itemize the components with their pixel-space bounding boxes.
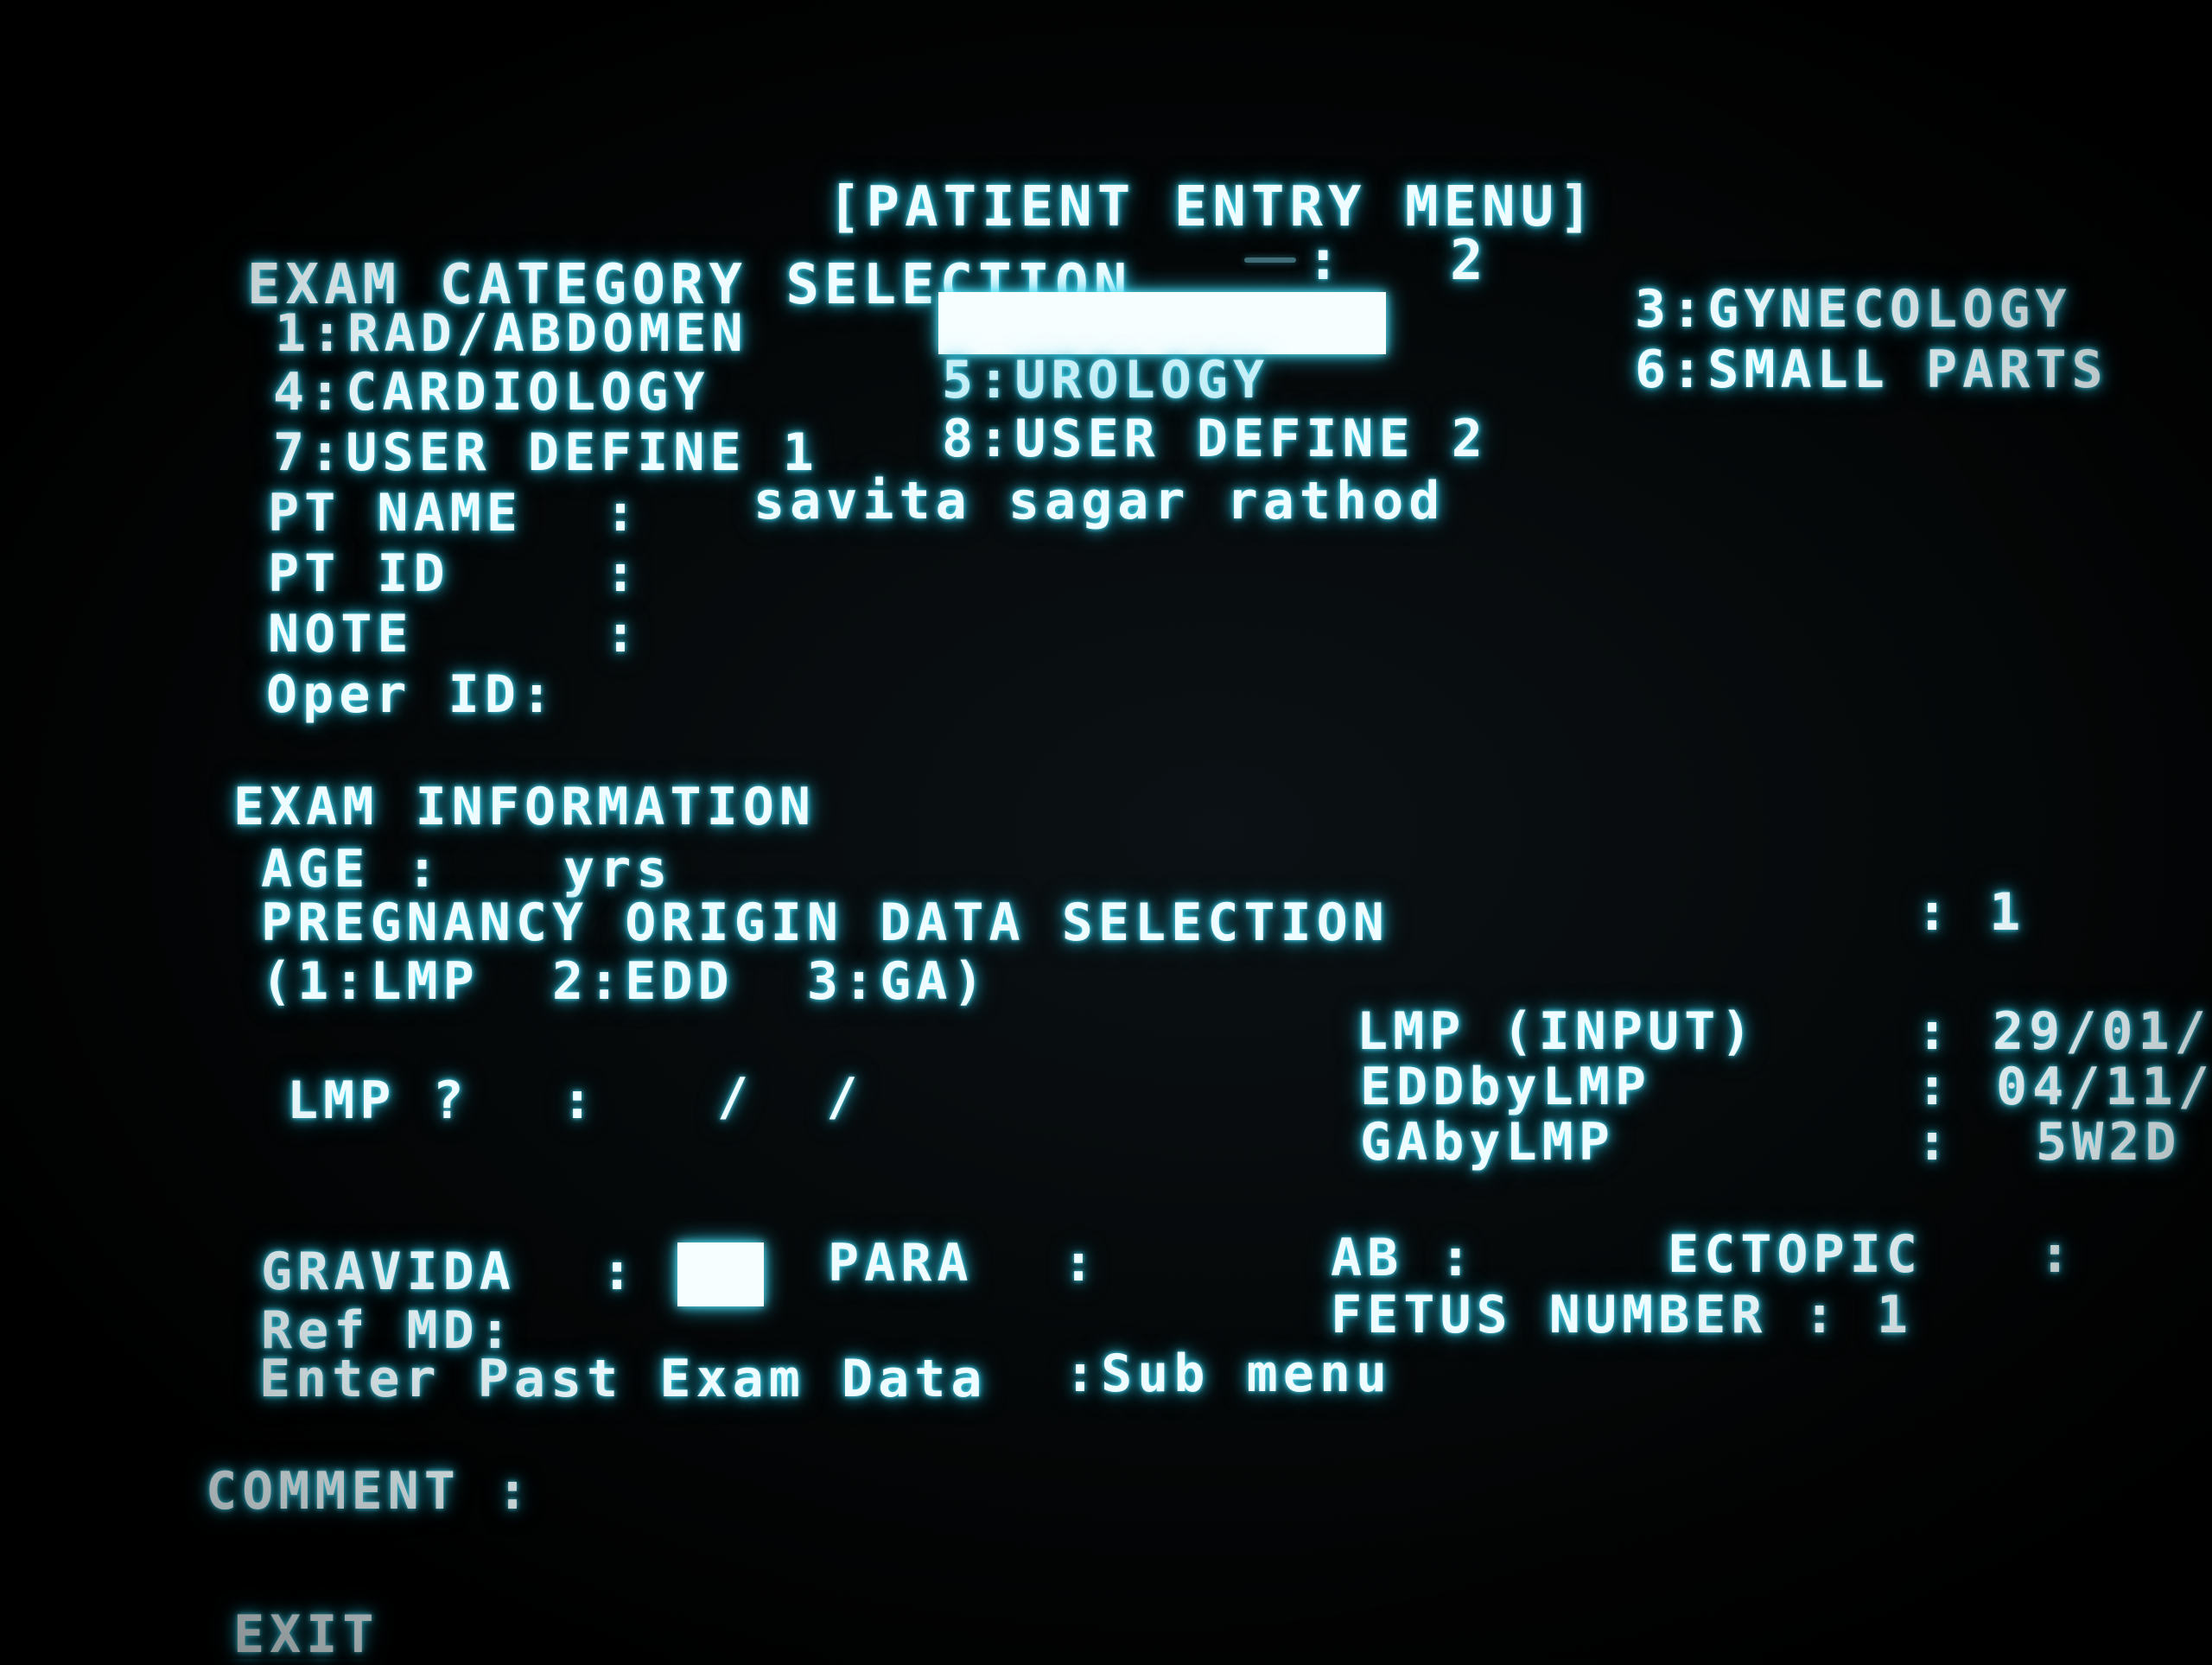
fetus-number-label: FETUS NUMBER : 1 — [1331, 1285, 1913, 1345]
page-title: [PATIENT ENTRY MENU] — [828, 175, 1598, 239]
lmp-question-colon: : — [562, 1071, 599, 1131]
age-unit: yrs — [563, 839, 673, 899]
oper-id-label: Oper ID: — [266, 664, 557, 725]
pt-name-field[interactable]: savita sagar rathod — [753, 475, 1445, 527]
past-exam-label: Enter Past Exam Data — [259, 1349, 988, 1409]
pt-id-colon: : — [605, 543, 642, 604]
category-option-gynecology[interactable]: 3:GYNECOLOGY — [1635, 283, 2071, 335]
exam-info-heading: EXAM INFORMATION — [233, 777, 816, 837]
lmp-input-colon: : — [1916, 1001, 1954, 1062]
gravida-input-cursor[interactable] — [677, 1242, 764, 1306]
category-option-small-parts[interactable]: 6:SMALL PARTS — [1635, 344, 2108, 396]
category-option-rad-abdomen[interactable]: 1:RAD/ABDOMEN — [275, 308, 748, 359]
edd-by-lmp-label: EDDbyLMP — [1360, 1057, 1651, 1117]
pregnancy-origin-options: (1:LMP 2:EDD 3:GA) — [261, 951, 989, 1012]
comment-label: COMMENT : — [206, 1461, 534, 1522]
category-option-urology[interactable]: 5:UROLOGY — [942, 354, 1269, 406]
pregnancy-origin-value[interactable]: : 1 — [1916, 887, 2025, 938]
note-label: NOTE — [268, 604, 414, 664]
category-option-user-define-2[interactable]: 8:USER DEFINE 2 — [942, 413, 1488, 465]
edd-by-lmp-value: 04/11/ — [1996, 1057, 2212, 1117]
ga-by-lmp-value: 5W2D — [2036, 1112, 2182, 1172]
ab-label: AB : — [1331, 1228, 1477, 1288]
pt-id-label: PT ID — [268, 543, 450, 604]
ectopic-label: ECTOPIC — [1668, 1224, 1923, 1285]
pt-name-colon: : — [605, 483, 642, 543]
gravida-label: GRAVIDA — [261, 1242, 516, 1302]
lmp-input-label: LMP (INPUT) — [1357, 1001, 1758, 1062]
exam-category-separator: : — [1306, 229, 1345, 293]
lmp-question-label: LMP ? — [287, 1071, 469, 1131]
category-option-cardiology[interactable]: 4:CARDIOLOGY — [273, 366, 709, 418]
ectopic-colon: : — [2039, 1224, 2076, 1285]
gravida-colon: : — [601, 1242, 639, 1302]
age-label: AGE : — [261, 839, 443, 899]
lmp-date-field[interactable]: / / — [717, 1071, 863, 1123]
exam-category-value[interactable]: 2 — [1450, 233, 1489, 289]
selected-category-highlight[interactable] — [938, 292, 1386, 354]
submenu-link[interactable]: :Sub menu — [1065, 1348, 1392, 1400]
edd-by-lmp-colon: : — [1916, 1057, 1954, 1117]
cursor-dash — [1244, 257, 1296, 263]
pt-name-label: PT NAME — [268, 483, 523, 543]
ga-by-lmp-label: GAbyLMP — [1360, 1112, 1615, 1172]
para-label: PARA — [828, 1233, 974, 1293]
pregnancy-origin-label: PREGNANCY ORIGIN DATA SELECTION — [261, 893, 1389, 953]
lmp-input-value: 29/01/ — [1993, 1001, 2211, 1062]
category-option-user-define-1[interactable]: 7:USER DEFINE 1 — [273, 427, 819, 479]
ga-by-lmp-colon: : — [1916, 1112, 1954, 1172]
note-colon: : — [605, 604, 642, 664]
para-colon: : — [1063, 1233, 1100, 1293]
exit-button[interactable]: EXIT — [233, 1609, 379, 1661]
